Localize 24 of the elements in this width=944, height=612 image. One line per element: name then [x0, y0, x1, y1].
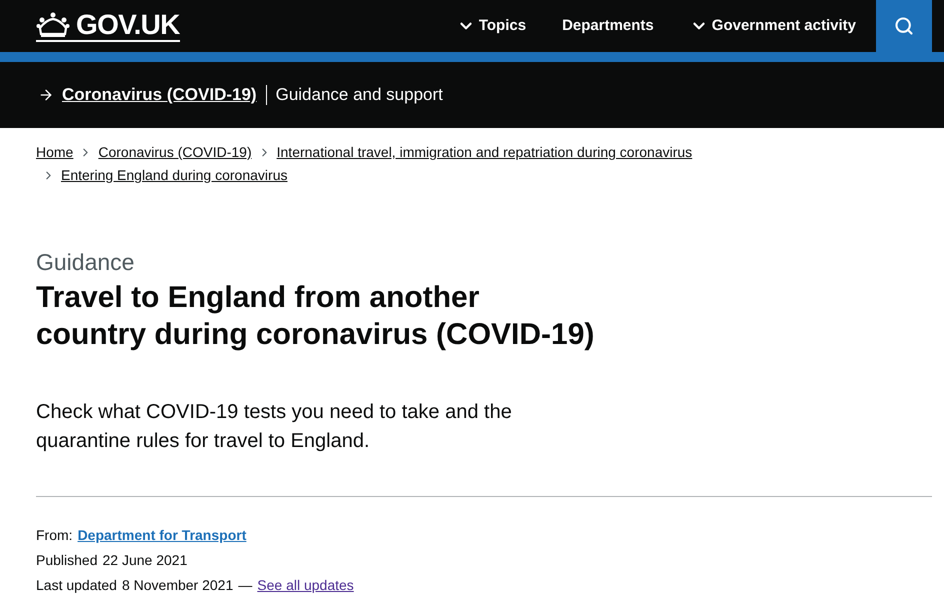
- nav-link[interactable]: Departments: [562, 14, 654, 38]
- breadcrumb-link[interactable]: International travel, immigration and repatriation during coronavirus: [276, 143, 692, 162]
- logo-link[interactable]: GOV.UK: [36, 10, 180, 42]
- from-label: From:: [36, 526, 73, 545]
- updated-date: 8 November 2021: [122, 576, 234, 595]
- search-icon: [894, 16, 914, 36]
- crown-icon: [36, 12, 70, 38]
- updated-label: Last updated: [36, 576, 117, 595]
- search-button[interactable]: [876, 0, 932, 52]
- nav-link[interactable]: Government activity: [690, 14, 856, 38]
- page-title: Travel to England from another country during coronavirus (COVID-19): [36, 280, 596, 353]
- breadcrumb-link[interactable]: Coronavirus (COVID-19): [98, 143, 252, 162]
- published-date: 22 June 2021: [102, 551, 188, 570]
- dash-separator: —: [238, 576, 252, 595]
- breadcrumb-link[interactable]: Home: [36, 143, 74, 162]
- nav-link[interactable]: Topics: [456, 14, 526, 38]
- department-link[interactable]: Department for Transport: [78, 523, 246, 548]
- page-description: Check what COVID-19 tests you need to take and the quarantine rules for travel to England.: [36, 400, 513, 454]
- topic-link[interactable]: Coronavirus (COVID-19): [62, 82, 257, 108]
- published-label: Published: [36, 551, 98, 570]
- topic-subtitle: Guidance and support: [276, 84, 443, 106]
- breadcrumb-link[interactable]: Entering England during coronavirus: [61, 166, 288, 185]
- document-type: Guidance: [36, 248, 136, 276]
- updates-link[interactable]: See all updates: [257, 573, 354, 598]
